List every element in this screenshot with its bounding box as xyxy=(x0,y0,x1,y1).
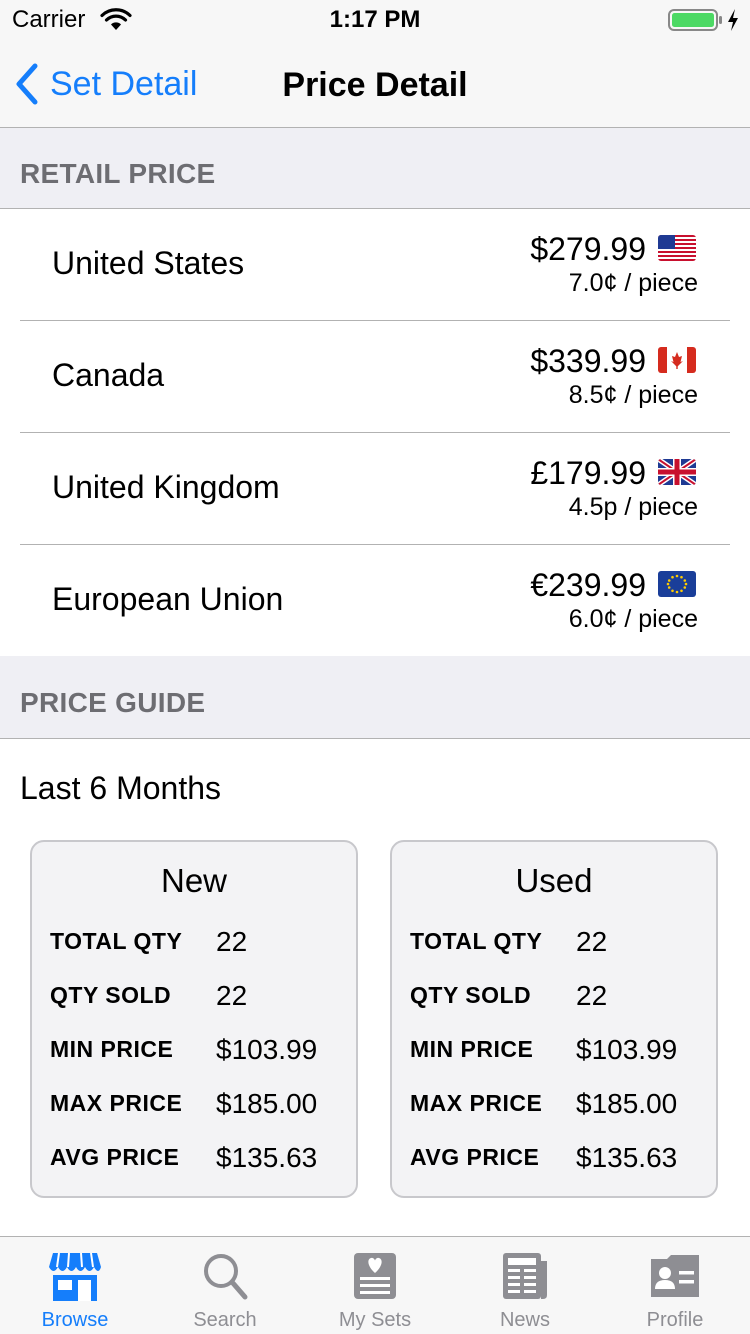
retail-price: £179.99 xyxy=(530,455,646,491)
tab-label: My Sets xyxy=(338,1309,412,1331)
eu-flag-icon xyxy=(658,571,696,597)
stat-value: 22 xyxy=(576,980,608,1011)
tab-search[interactable]: Search xyxy=(150,1237,300,1334)
retail-price-list: United States $279.99 7.0¢ / piece Canad… xyxy=(0,209,750,657)
stat-label: AVG PRICE xyxy=(410,1144,540,1170)
price-guide-card-new: New TOTAL QTY 22 QTY SOLD 22 MIN PRICE $… xyxy=(30,840,358,1198)
page-title: Price Detail xyxy=(282,66,468,104)
card-title: Used xyxy=(515,862,593,899)
stat-value: 22 xyxy=(216,926,248,957)
tab-label: Browse xyxy=(41,1309,109,1331)
price-per-piece: 7.0¢ / piece xyxy=(568,269,698,297)
stat-label: QTY SOLD xyxy=(410,982,532,1008)
stat-label: MIN PRICE xyxy=(50,1036,174,1062)
tab-browse[interactable]: Browse xyxy=(0,1237,150,1334)
stat-value: $135.63 xyxy=(216,1142,318,1173)
period-title: Last 6 Months xyxy=(20,770,221,806)
retail-price-header-label: RETAIL PRICE xyxy=(20,158,216,189)
stat-value: $103.99 xyxy=(216,1034,318,1065)
storefront-icon xyxy=(49,1252,101,1301)
price-per-piece: 8.5¢ / piece xyxy=(568,381,698,409)
my-sets-icon xyxy=(354,1253,396,1299)
price-row-united-kingdom: United Kingdom £179.99 4.5p / piece xyxy=(0,433,750,545)
tab-label: Profile xyxy=(646,1309,704,1331)
price-per-piece: 4.5p / piece xyxy=(568,493,698,521)
retail-price: $279.99 xyxy=(530,231,646,267)
price-guide-header-label: PRICE GUIDE xyxy=(20,687,206,718)
stat-value: $185.00 xyxy=(576,1088,678,1119)
country-label: European Union xyxy=(52,581,284,617)
stat-label: MAX PRICE xyxy=(50,1090,183,1116)
price-guide-card-used: Used TOTAL QTY 22 QTY SOLD 22 MIN PRICE … xyxy=(390,840,718,1198)
price-guide-section-header: PRICE GUIDE xyxy=(0,656,750,739)
tab-label: Search xyxy=(193,1309,257,1331)
price-row-canada: Canada $339.99 8.5¢ / piece xyxy=(0,321,750,433)
us-flag-icon xyxy=(658,235,696,261)
canada-flag-icon xyxy=(658,347,696,373)
retail-price: $339.99 xyxy=(530,343,646,379)
clock-label: 1:17 PM xyxy=(329,6,421,33)
stat-value: 22 xyxy=(216,980,248,1011)
price-row-united-states: United States $279.99 7.0¢ / piece xyxy=(0,209,750,321)
tab-news[interactable]: News xyxy=(450,1237,600,1334)
tab-profile[interactable]: Profile xyxy=(600,1237,750,1334)
stat-label: MAX PRICE xyxy=(410,1090,543,1116)
status-bar: Carrier 1:17 PM xyxy=(0,0,750,40)
tab-bar: Browse Search My Sets News Profile xyxy=(0,1236,750,1334)
price-per-piece: 6.0¢ / piece xyxy=(568,605,698,633)
search-icon xyxy=(204,1254,248,1300)
stat-value: 22 xyxy=(576,926,608,957)
profile-card-icon xyxy=(651,1255,699,1297)
newspaper-icon xyxy=(503,1253,547,1299)
tab-my-sets[interactable]: My Sets xyxy=(300,1237,450,1334)
retail-price: €239.99 xyxy=(530,567,646,603)
price-row-european-union: European Union €239.99 6.0¢ / piece xyxy=(0,545,750,657)
charging-bolt-icon xyxy=(728,9,738,31)
stat-label: AVG PRICE xyxy=(50,1144,180,1170)
stat-value: $185.00 xyxy=(216,1088,318,1119)
country-label: United Kingdom xyxy=(52,469,280,505)
battery-icon xyxy=(668,9,722,31)
stat-label: MIN PRICE xyxy=(410,1036,534,1062)
navigation-bar: Set Detail Price Detail xyxy=(0,40,750,128)
retail-price-section-header: RETAIL PRICE xyxy=(0,128,750,209)
stat-label: TOTAL QTY xyxy=(50,928,183,954)
country-label: United States xyxy=(52,245,245,281)
stat-value: $135.63 xyxy=(576,1142,678,1173)
uk-flag-icon xyxy=(658,459,696,485)
country-label: Canada xyxy=(52,357,165,393)
stat-label: TOTAL QTY xyxy=(410,928,543,954)
stat-label: QTY SOLD xyxy=(50,982,172,1008)
stat-value: $103.99 xyxy=(576,1034,678,1065)
tab-label: News xyxy=(499,1309,550,1331)
card-title: New xyxy=(160,862,228,899)
